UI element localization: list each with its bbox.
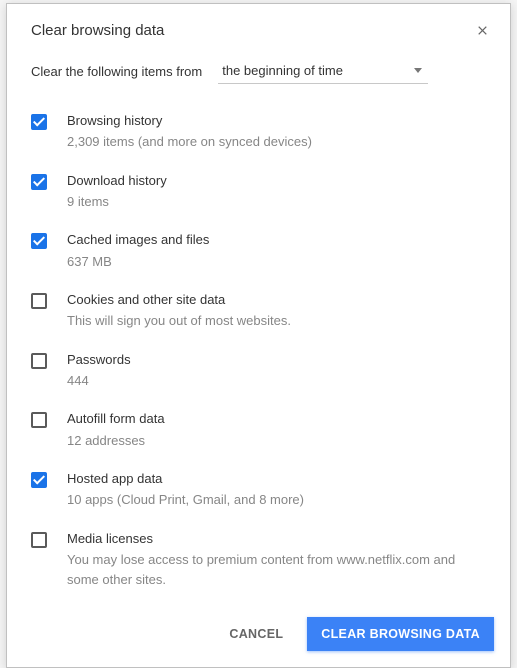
item-sub: This will sign you out of most websites. [67, 311, 486, 331]
list-item: Hosted app data 10 apps (Cloud Print, Gm… [31, 460, 486, 520]
item-sub: 10 apps (Cloud Print, Gmail, and 8 more) [67, 490, 486, 510]
list-item: Browsing history 2,309 items (and more o… [31, 102, 486, 162]
time-range-value: the beginning of time [222, 63, 343, 78]
dialog-header: Clear browsing data [7, 4, 510, 55]
items-list: Browsing history 2,309 items (and more o… [7, 102, 510, 599]
checkbox-browsing-history[interactable] [31, 114, 47, 130]
time-range-dropdown[interactable]: the beginning of time [218, 59, 428, 84]
item-sub: 12 addresses [67, 431, 486, 451]
item-label: Autofill form data [67, 410, 486, 428]
item-label: Cached images and files [67, 231, 486, 249]
clear-browsing-data-dialog: Clear browsing data Clear the following … [6, 3, 511, 668]
list-item: Cookies and other site data This will si… [31, 281, 486, 341]
item-text: Passwords 444 [67, 351, 486, 391]
item-text: Autofill form data 12 addresses [67, 410, 486, 450]
cancel-button[interactable]: Cancel [215, 617, 297, 651]
item-label: Cookies and other site data [67, 291, 486, 309]
checkbox-cookies[interactable] [31, 293, 47, 309]
item-label: Download history [67, 172, 486, 190]
item-sub: 444 [67, 371, 486, 391]
item-text: Hosted app data 10 apps (Cloud Print, Gm… [67, 470, 486, 510]
item-text: Browsing history 2,309 items (and more o… [67, 112, 486, 152]
checkbox-passwords[interactable] [31, 353, 47, 369]
item-text: Download history 9 items [67, 172, 486, 212]
item-text: Cookies and other site data This will si… [67, 291, 486, 331]
close-icon [476, 24, 489, 37]
dialog-title: Clear browsing data [31, 22, 164, 39]
dialog-footer: Cancel Clear browsing data [7, 599, 510, 667]
item-sub: 637 MB [67, 252, 486, 272]
chevron-down-icon [414, 68, 422, 73]
item-label: Passwords [67, 351, 486, 369]
item-label: Hosted app data [67, 470, 486, 488]
checkbox-autofill[interactable] [31, 412, 47, 428]
checkbox-hosted-app-data[interactable] [31, 472, 47, 488]
item-sub: 2,309 items (and more on synced devices) [67, 132, 486, 152]
item-label: Media licenses [67, 530, 486, 548]
item-text: Cached images and files 637 MB [67, 231, 486, 271]
item-label: Browsing history [67, 112, 486, 130]
list-item: Media licenses You may lose access to pr… [31, 520, 486, 599]
list-item: Download history 9 items [31, 162, 486, 222]
clear-browsing-data-button[interactable]: Clear browsing data [307, 617, 494, 651]
list-item: Autofill form data 12 addresses [31, 400, 486, 460]
list-item: Passwords 444 [31, 341, 486, 401]
checkbox-media-licenses[interactable] [31, 532, 47, 548]
close-button[interactable] [474, 23, 490, 39]
item-text: Media licenses You may lose access to pr… [67, 530, 486, 589]
checkbox-download-history[interactable] [31, 174, 47, 190]
list-item: Cached images and files 637 MB [31, 221, 486, 281]
prompt-label: Clear the following items from [31, 64, 202, 79]
time-range-row: Clear the following items from the begin… [7, 55, 510, 102]
checkbox-cached-images[interactable] [31, 233, 47, 249]
item-sub: 9 items [67, 192, 486, 212]
